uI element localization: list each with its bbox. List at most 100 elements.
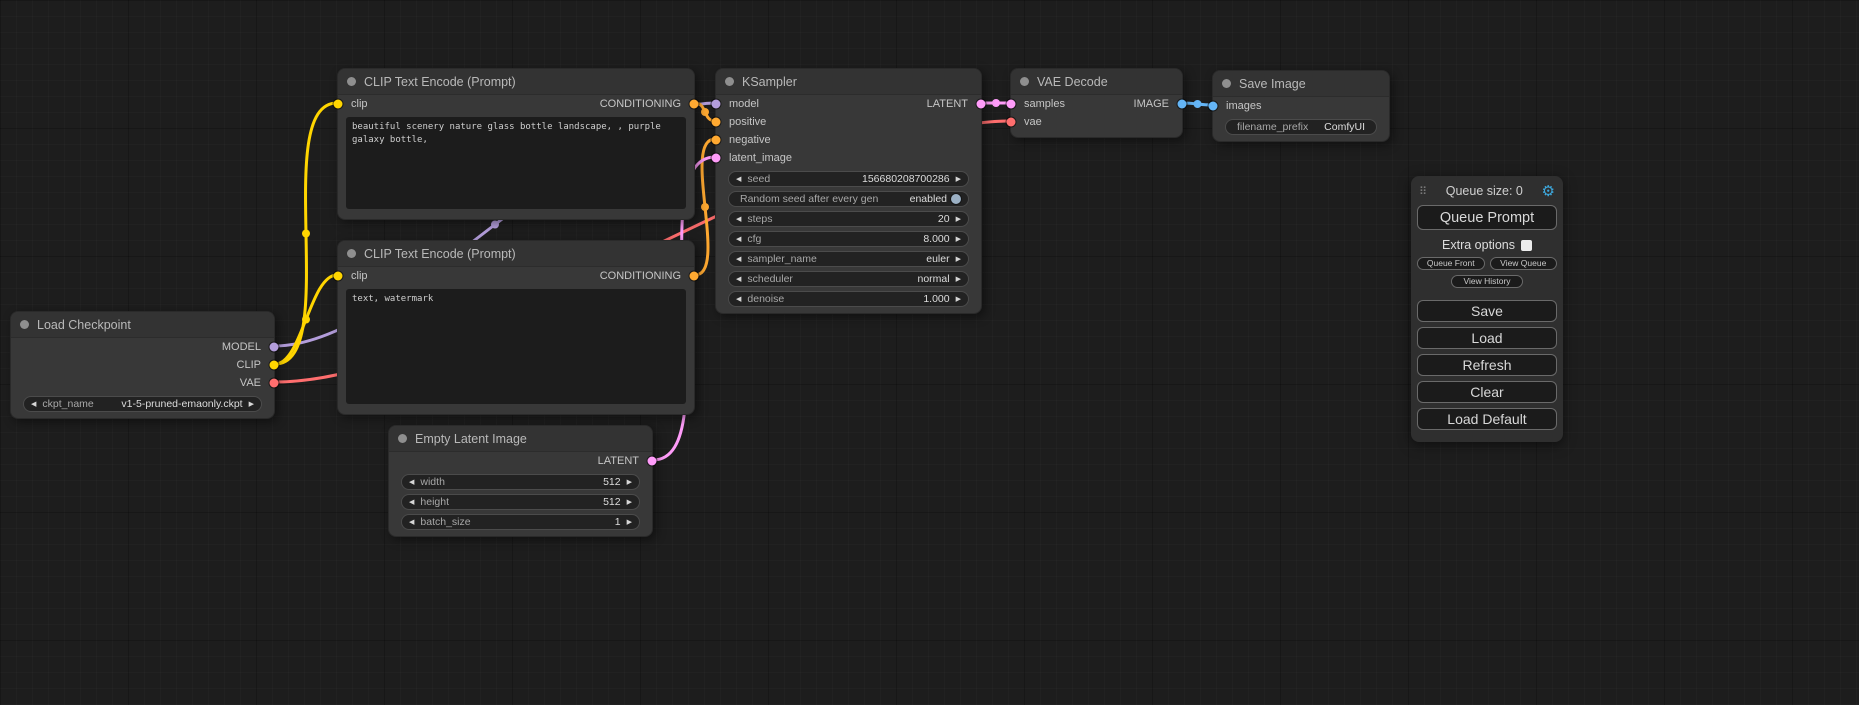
widget-label: denoise <box>747 293 784 305</box>
arrow-left-icon[interactable]: ◀ <box>736 236 741 243</box>
output-dot-model[interactable] <box>270 343 279 352</box>
node-clip-text-encode-positive[interactable]: CLIP Text Encode (Prompt) clip CONDITION… <box>337 68 695 220</box>
node-title-bar[interactable]: CLIP Text Encode (Prompt) <box>338 241 694 267</box>
widget-value: normal <box>918 273 950 285</box>
input-dot-samples[interactable] <box>1007 100 1016 109</box>
widget-width[interactable]: ◀ width 512 ▶ <box>401 474 640 490</box>
output-dot-vae[interactable] <box>270 379 279 388</box>
clear-button[interactable]: Clear <box>1417 381 1557 403</box>
node-clip-text-encode-negative[interactable]: CLIP Text Encode (Prompt) clip CONDITION… <box>337 240 695 415</box>
slot-row: vae <box>1011 113 1182 131</box>
toggle-knob-icon[interactable] <box>951 194 961 204</box>
save-button[interactable]: Save <box>1417 300 1557 322</box>
arrow-left-icon[interactable]: ◀ <box>409 519 414 526</box>
widget-denoise[interactable]: ◀ denoise 1.000 ▶ <box>728 291 969 307</box>
input-dot-images[interactable] <box>1209 102 1218 111</box>
arrow-left-icon[interactable]: ◀ <box>736 256 741 263</box>
graph-canvas[interactable]: Load Checkpoint MODEL CLIP VAE ◀ ckpt_na… <box>0 0 1859 705</box>
node-title: VAE Decode <box>1037 75 1108 89</box>
collapse-icon[interactable] <box>20 320 29 329</box>
widget-value: 8.000 <box>923 233 949 245</box>
node-load-checkpoint[interactable]: Load Checkpoint MODEL CLIP VAE ◀ ckpt_na… <box>10 311 275 419</box>
queue-controls-row: Queue Front View Queue <box>1417 257 1557 270</box>
output-dot-image[interactable] <box>1178 100 1187 109</box>
node-ksampler[interactable]: KSampler model LATENT positive negative … <box>715 68 982 314</box>
arrow-right-icon[interactable]: ▶ <box>627 519 632 526</box>
node-title-bar[interactable]: Load Checkpoint <box>11 312 274 338</box>
output-dot-latent[interactable] <box>648 457 657 466</box>
widget-label: width <box>420 476 445 488</box>
output-label-conditioning: CONDITIONING <box>600 98 681 110</box>
arrow-right-icon[interactable]: ▶ <box>956 256 961 263</box>
node-vae-decode[interactable]: VAE Decode samples IMAGE vae <box>1010 68 1183 138</box>
input-dot-vae[interactable] <box>1007 118 1016 127</box>
widget-batch-size[interactable]: ◀ batch_size 1 ▶ <box>401 514 640 530</box>
collapse-icon[interactable] <box>398 434 407 443</box>
collapse-icon[interactable] <box>725 77 734 86</box>
extra-options-checkbox[interactable] <box>1521 240 1532 251</box>
widget-filename-prefix[interactable]: filename_prefix ComfyUI <box>1225 119 1377 135</box>
queue-front-button[interactable]: Queue Front <box>1417 257 1485 270</box>
output-dot-conditioning[interactable] <box>690 272 699 281</box>
input-label-clip: clip <box>351 98 368 110</box>
widget-value: 1.000 <box>923 293 949 305</box>
widget-cfg[interactable]: ◀ cfg 8.000 ▶ <box>728 231 969 247</box>
collapse-icon[interactable] <box>1020 77 1029 86</box>
node-save-image[interactable]: Save Image images filename_prefix ComfyU… <box>1212 70 1390 142</box>
widget-scheduler[interactable]: ◀ scheduler normal ▶ <box>728 271 969 287</box>
widget-height[interactable]: ◀ height 512 ▶ <box>401 494 640 510</box>
prompt-text-input[interactable]: text, watermark <box>346 289 686 404</box>
node-title-bar[interactable]: VAE Decode <box>1011 69 1182 95</box>
arrow-left-icon[interactable]: ◀ <box>409 479 414 486</box>
node-empty-latent-image[interactable]: Empty Latent Image LATENT ◀ width 512 ▶ … <box>388 425 653 537</box>
arrow-right-icon[interactable]: ▶ <box>956 296 961 303</box>
collapse-icon[interactable] <box>1222 79 1231 88</box>
input-dot-clip[interactable] <box>334 100 343 109</box>
slot-row: clip CONDITIONING <box>338 267 694 285</box>
widget-value: 20 <box>938 213 950 225</box>
arrow-left-icon[interactable]: ◀ <box>409 499 414 506</box>
input-dot-negative[interactable] <box>712 136 721 145</box>
arrow-right-icon[interactable]: ▶ <box>249 401 254 408</box>
view-history-button[interactable]: View History <box>1451 275 1524 288</box>
view-queue-button[interactable]: View Queue <box>1490 257 1558 270</box>
arrow-left-icon[interactable]: ◀ <box>736 276 741 283</box>
arrow-left-icon[interactable]: ◀ <box>736 176 741 183</box>
arrow-right-icon[interactable]: ▶ <box>627 479 632 486</box>
collapse-icon[interactable] <box>347 77 356 86</box>
arrow-right-icon[interactable]: ▶ <box>956 276 961 283</box>
refresh-button[interactable]: Refresh <box>1417 354 1557 376</box>
load-button[interactable]: Load <box>1417 327 1557 349</box>
widget-value: 156680208700286 <box>862 173 950 185</box>
input-dot-positive[interactable] <box>712 118 721 127</box>
load-default-button[interactable]: Load Default <box>1417 408 1557 430</box>
node-title-bar[interactable]: CLIP Text Encode (Prompt) <box>338 69 694 95</box>
arrow-right-icon[interactable]: ▶ <box>956 176 961 183</box>
arrow-right-icon[interactable]: ▶ <box>956 216 961 223</box>
widget-random-seed-toggle[interactable]: Random seed after every gen enabled <box>728 191 969 207</box>
arrow-right-icon[interactable]: ▶ <box>956 236 961 243</box>
node-title-bar[interactable]: Save Image <box>1213 71 1389 97</box>
settings-gear-icon[interactable]: ⚙ <box>1542 184 1555 199</box>
node-title-bar[interactable]: Empty Latent Image <box>389 426 652 452</box>
queue-prompt-button[interactable]: Queue Prompt <box>1417 205 1557 230</box>
output-dot-conditioning[interactable] <box>690 100 699 109</box>
output-dot-clip[interactable] <box>270 361 279 370</box>
arrow-right-icon[interactable]: ▶ <box>627 499 632 506</box>
widget-sampler-name[interactable]: ◀ sampler_name euler ▶ <box>728 251 969 267</box>
node-title-bar[interactable]: KSampler <box>716 69 981 95</box>
drag-handle-icon[interactable]: ⠿ <box>1419 185 1427 198</box>
prompt-text-input[interactable]: beautiful scenery nature glass bottle la… <box>346 117 686 209</box>
input-dot-clip[interactable] <box>334 272 343 281</box>
arrow-left-icon[interactable]: ◀ <box>736 296 741 303</box>
output-label-clip: CLIP <box>237 359 261 371</box>
input-dot-model[interactable] <box>712 100 721 109</box>
arrow-left-icon[interactable]: ◀ <box>736 216 741 223</box>
input-dot-latent-image[interactable] <box>712 154 721 163</box>
widget-ckpt-name[interactable]: ◀ ckpt_name v1-5-pruned-emaonly.ckpt ▶ <box>23 396 262 412</box>
widget-steps[interactable]: ◀ steps 20 ▶ <box>728 211 969 227</box>
widget-seed[interactable]: ◀ seed 156680208700286 ▶ <box>728 171 969 187</box>
output-dot-latent[interactable] <box>977 100 986 109</box>
collapse-icon[interactable] <box>347 249 356 258</box>
arrow-left-icon[interactable]: ◀ <box>31 401 36 408</box>
